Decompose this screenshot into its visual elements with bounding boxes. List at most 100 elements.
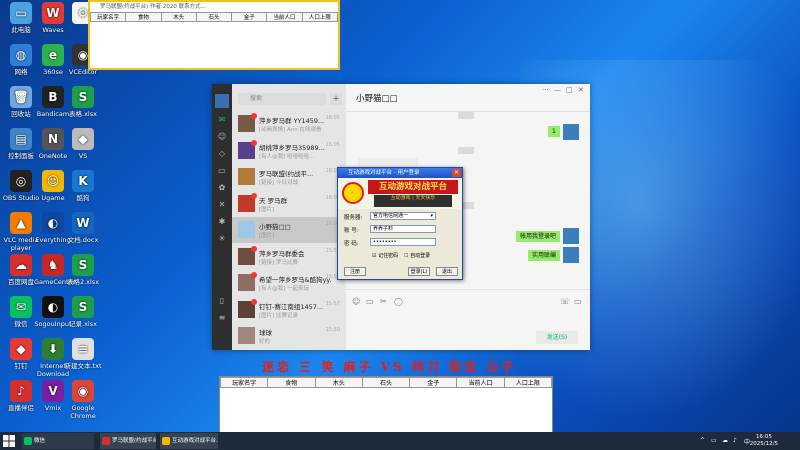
column-header[interactable]: 石头 [361,377,411,388]
unread-badge [251,139,257,146]
chat-preview: [动画表情] Ann 在线观看 [259,127,322,133]
chat-name: 钉钉-赛江南组1457... [259,302,324,311]
user-avatar[interactable] [215,94,229,108]
tray-icon[interactable]: ♪ [733,437,737,444]
message-bubble[interactable]: 1 [548,126,560,137]
chat-preview: [有人@我] 一起来玩 [259,286,310,292]
chat-list-item[interactable]: 球球 好的 15:50 [232,323,346,349]
tray-icon[interactable]: ▭ [711,437,717,444]
taskbar-app[interactable]: 罗马联盟(约战平台)... [100,433,156,449]
video-call-icon[interactable]: ▭ [574,297,582,306]
login-dialog[interactable]: 互动游戏对战平台 - 用户登录 ✕ 互动游戏对战平台 互动游戏 | 天天快乐 服… [337,167,463,280]
favorites-icon[interactable]: ◇ [216,149,228,159]
close-button[interactable]: ✕ [578,86,584,94]
column-header[interactable]: 石头 [195,12,233,22]
send-button[interactable]: 发送(S) [536,331,578,344]
voice-call-icon[interactable]: ☏ [560,297,570,306]
miniprogram-icon[interactable]: ✳ [216,234,228,244]
column-header[interactable]: 玩家名字 [89,12,127,22]
player-table-bottom: 玩家名字 食物 木头 石头 金子 当前人口 人口上限 [219,377,553,388]
column-header[interactable]: 人口上限 [301,12,339,22]
top-player-window[interactable]: 罗马联盟(约战平台) 作者:2020 联系方式... 玩家名字 食物 木头 石头 金子当… [88,0,340,70]
desktop-icon[interactable]: ◉ Google Chrome [64,380,102,420]
desktop-icon-label: 记录.xlsx [69,320,97,328]
password-field[interactable]: •••••••• [370,238,436,246]
chat-name: 天 罗马群 [259,196,288,205]
app-icon: ▭ [10,2,32,24]
chat-name: 希望一萍乡罗马&酷狗yy... [259,276,331,284]
column-header[interactable]: 木头 [160,12,197,22]
exit-button[interactable]: 退出 [436,267,458,276]
emoji-icon[interactable]: ☺ [352,297,360,306]
chat-list-item[interactable]: 胡桃萍乡罗马35989... [有人@我] 哈哈哈哈... 16:05 [232,138,346,164]
tray-icon[interactable]: ☁ [722,437,728,444]
screenshot-icon[interactable]: ✂ [380,297,387,306]
chat-list-item[interactable]: 罗马联盟(约战平... [链接] 今日对战 16:04 [232,164,346,190]
chat-list-item[interactable]: 萍乡罗马群 YY1459... [动画表情] Ann 在线观看 16:05 [232,111,346,137]
phone-icon[interactable]: ▯ [216,296,228,306]
unread-badge [251,113,257,119]
search-icon[interactable]: ✱ [216,217,228,227]
login-button[interactable]: 登录(L) [408,267,430,276]
message-bubble[interactable]: 帐用我登录吧 [516,231,561,242]
chat-list-item[interactable]: 希望一萍乡罗马&酷狗yy... [有人@我] 一起来玩 15:58 [232,270,346,296]
column-header[interactable]: 玩家名字 [219,377,269,388]
column-header[interactable]: 当前人口 [456,377,505,388]
app-icon: W [72,212,94,234]
maximize-button[interactable]: □ [566,86,573,94]
time-stamp [458,147,474,154]
contacts-icon[interactable]: ☺ [216,132,228,142]
chat-title: 小野猫□□ [356,94,398,104]
message-input[interactable]: ☺ ▭ ✂ ◯ ☏ ▭ 发送(S) [346,289,590,350]
column-header[interactable]: 金子 [409,377,458,388]
windows-start-icon[interactable] [3,435,15,447]
search-input[interactable]: 搜索 [238,93,326,105]
desktop-icon[interactable]: K 酷狗 [64,170,102,202]
desktop-icon[interactable]: ≡ 新建文本.txt [64,338,102,370]
remember-checkbox[interactable]: ☑ 记住密码 [372,252,398,259]
taskbar-app[interactable]: 互动游戏对战平台... [160,433,218,449]
my-avatar[interactable] [563,228,579,244]
menu-icon[interactable]: ≡ [216,313,228,323]
app-icon: S [72,86,94,108]
column-header[interactable]: 木头 [314,377,363,388]
pin-button[interactable]: ··· [542,86,549,94]
desktop-icon[interactable]: S 记录.xlsx [64,296,102,328]
minimize-button[interactable]: — [554,86,561,94]
moments-icon[interactable]: ✿ [216,183,228,193]
my-avatar[interactable] [563,247,579,263]
desktop-icon[interactable]: S 表格2.xlsx [64,254,102,286]
register-button[interactable]: 注册 [344,267,366,276]
close-icon[interactable]: ✕ [452,169,461,177]
column-header[interactable]: 食物 [267,377,316,388]
files-icon[interactable]: ▭ [216,166,228,176]
account-field[interactable]: 养养子料 [370,225,436,233]
chat-list-item[interactable]: 天 罗马群 [图片] 16:03 [232,191,346,217]
desktop-icon[interactable]: ◆ VS [64,128,102,160]
auto-login-checkbox[interactable]: ☐ 自动登录 [404,252,430,259]
desktop-icon[interactable]: W 文档.docx [64,212,102,244]
message-bubble[interactable]: 实用联编 [528,250,561,261]
add-button[interactable]: + [330,93,342,105]
column-header[interactable]: 金子 [231,12,268,22]
clock[interactable]: 16:05 2025/12/5 [750,434,778,448]
file-icon[interactable]: ▭ [366,297,374,306]
chat-list-item[interactable]: 萍乡罗马群委会 [链接] 罗马比赛 15:59 [232,244,346,270]
server-select[interactable]: 官方电信网通一 ▾ [370,212,436,220]
my-avatar[interactable] [563,124,579,140]
column-header[interactable]: 食物 [125,12,162,22]
column-header[interactable]: 人口上限 [503,377,553,388]
tray-icon[interactable]: ^ [700,437,705,444]
app-icon: ◍ [10,44,32,66]
chevron-down-icon[interactable]: ▾ [430,213,433,220]
desktop-icon[interactable]: S 表格.xlsx [64,86,102,118]
dialog-banner: 互动游戏对战平台 互动游戏 | 天天快乐 [338,178,462,209]
column-header[interactable]: 当前人口 [266,12,303,22]
chat-list-item[interactable]: 小野猫□□ [图片] 16:00 [232,217,346,243]
taskbar-app[interactable]: 微信 [22,433,94,449]
channels-icon[interactable]: ✕ [216,200,228,210]
chat-history-icon[interactable]: ◯ [394,297,403,306]
dialog-titlebar: 互动游戏对战平台 - 用户登录 ✕ [338,168,462,178]
chat-icon[interactable]: ✉ [216,115,228,125]
chat-list-item[interactable]: 钉钉-赛江南组1457... [图片] 比赛记录 15:57 [232,297,346,323]
